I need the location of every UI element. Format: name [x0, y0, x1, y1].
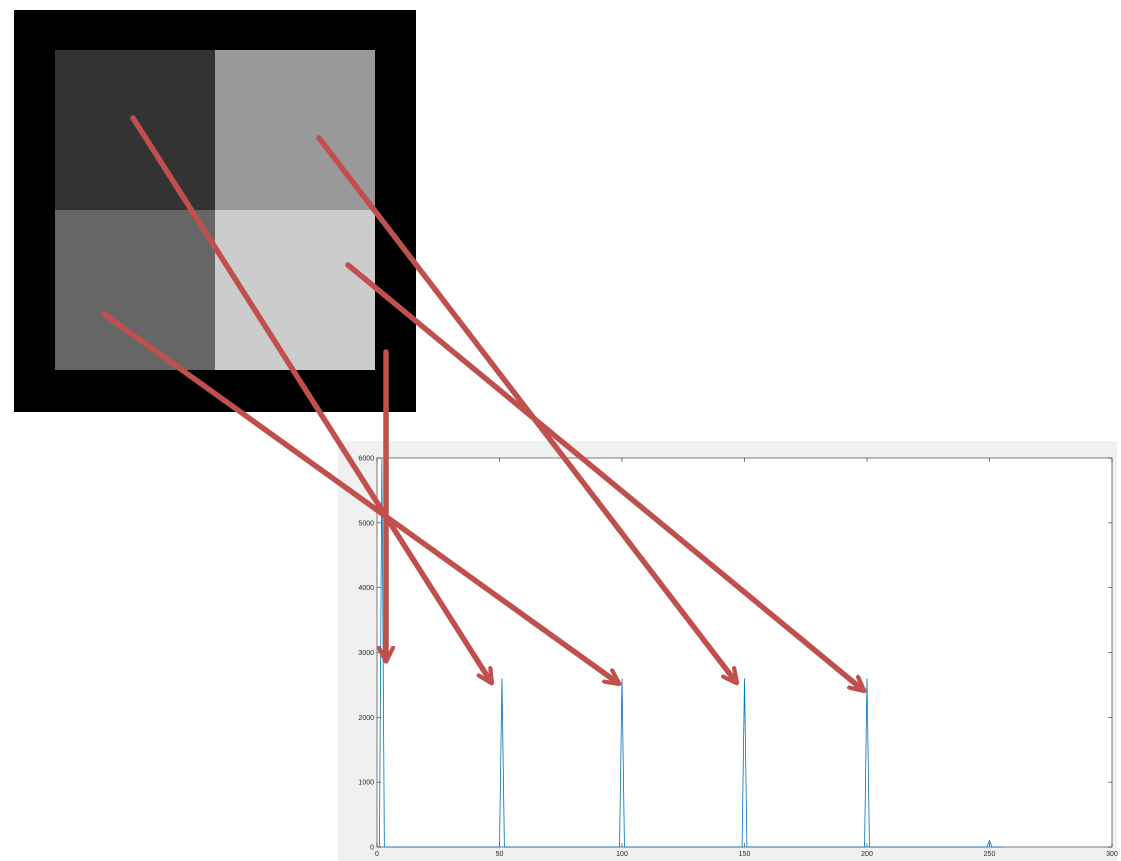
x-tick-label: 200 [861, 851, 873, 858]
x-tick-label: 250 [984, 851, 996, 858]
y-tick-label: 3000 [358, 650, 374, 657]
x-tick-label: 0 [375, 851, 379, 858]
x-tick-label: 100 [616, 851, 628, 858]
y-tick-label: 0 [370, 845, 374, 852]
x-tick-label: 50 [496, 851, 504, 858]
y-tick-label: 5000 [358, 520, 374, 527]
x-tick-label: 300 [1106, 851, 1118, 858]
y-tick-label: 6000 [358, 456, 374, 463]
histogram-chart: 0 50 100 150 200 250 3000100020003000400050006… [101, 115, 1118, 858]
arrow-top-left-to-bin [130, 115, 491, 682]
y-tick-label: 4000 [358, 585, 374, 592]
y-tick-label: 2000 [358, 715, 374, 722]
y-tick-label: 1000 [358, 780, 374, 787]
x-tick-label: 150 [739, 851, 751, 858]
plot-area [376, 457, 1113, 848]
